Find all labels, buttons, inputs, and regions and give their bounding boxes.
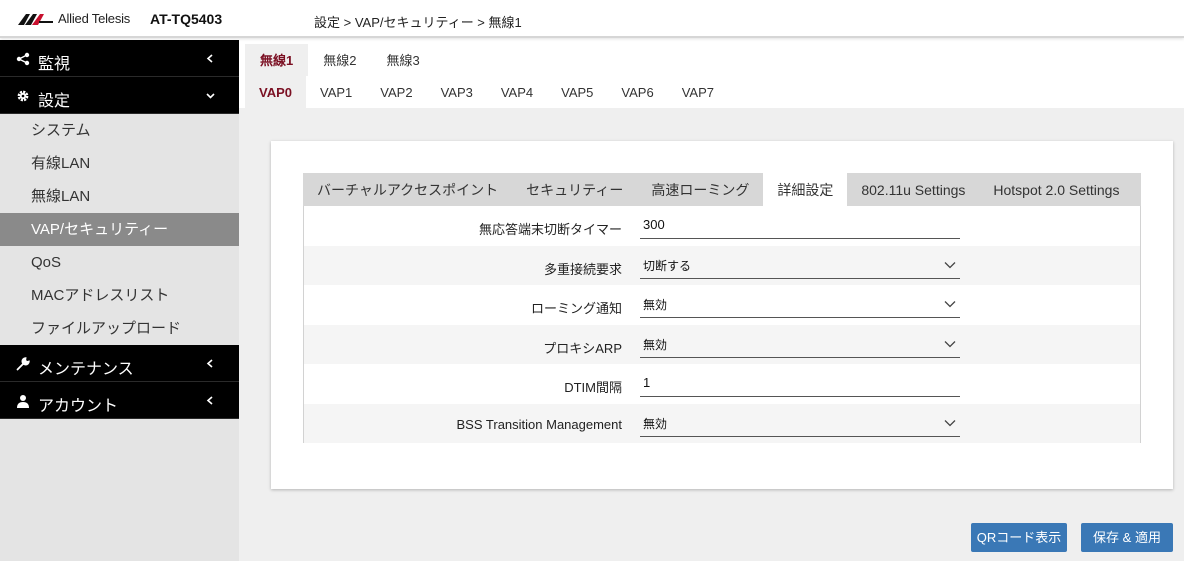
- brand-name: Allied Telesis: [58, 11, 131, 26]
- field-label: ローミング通知: [530, 301, 622, 316]
- settings-card: バーチャルアクセスポイント セキュリティー 高速ローミング 詳細設定 802.1…: [271, 141, 1173, 489]
- sidebar-item-file-upload[interactable]: ファイルアップロード: [0, 312, 239, 345]
- show-qr-code-button[interactable]: QRコード表示: [971, 523, 1067, 552]
- radio-tab-row: 無線1 無線2 無線3: [245, 44, 435, 76]
- tab-fast-roaming[interactable]: 高速ローミング: [637, 173, 763, 206]
- tab-advanced-settings[interactable]: 詳細設定: [763, 173, 848, 206]
- bss-transition-select[interactable]: 無効: [640, 410, 960, 437]
- allied-telesis-logo: Allied Telesis: [18, 11, 130, 26]
- tab-hotspot20-settings[interactable]: Hotspot 2.0 Settings: [979, 173, 1133, 206]
- sidebar-item-mac-address-list[interactable]: MACアドレスリスト: [0, 279, 239, 312]
- form-row: BSS Transition Management 無効: [304, 403, 1140, 443]
- tab-vap3[interactable]: VAP3: [427, 76, 487, 108]
- field-value: 切断する: [643, 258, 692, 273]
- field-label: プロキシARP: [543, 340, 622, 356]
- sub-tab-bar: バーチャルアクセスポイント セキュリティー 高速ローミング 詳細設定 802.1…: [303, 173, 1141, 206]
- gear-icon: [17, 90, 29, 102]
- field-value: 無効: [643, 298, 668, 312]
- tab-vap7[interactable]: VAP7: [668, 76, 728, 108]
- tab-vap5[interactable]: VAP5: [547, 76, 607, 108]
- form-row: 無応答端末切断タイマー 300: [304, 206, 1140, 246]
- field-label: DTIM間隔: [564, 380, 622, 395]
- chevron-left-icon: [206, 54, 213, 63]
- field-value: 300: [643, 217, 665, 232]
- chevron-down-icon: [944, 419, 956, 426]
- form-row: ローミング通知 無効: [304, 285, 1140, 325]
- nav-group-label: メンテナンス: [38, 361, 134, 378]
- form-row: 多重接続要求 切断する: [304, 245, 1140, 285]
- tab-radio-3[interactable]: 無線3: [371, 44, 434, 76]
- tab-radio-1[interactable]: 無線1: [245, 44, 309, 76]
- chevron-left-icon: [206, 396, 213, 405]
- logo-mark-icon: [18, 13, 53, 25]
- tab-vap0[interactable]: VAP0: [245, 76, 306, 108]
- tab-security[interactable]: セキュリティー: [512, 173, 637, 206]
- nav-group-monitor[interactable]: 監視: [0, 40, 239, 77]
- device-model: AT-TQ5403: [150, 11, 223, 27]
- chevron-left-icon: [206, 359, 213, 368]
- multiple-connection-select[interactable]: 切断する: [640, 252, 960, 279]
- tab-vap1[interactable]: VAP1: [306, 76, 366, 108]
- sidebar-item-wireless-lan[interactable]: 無線LAN: [0, 180, 239, 213]
- chevron-down-icon: [944, 340, 956, 347]
- tab-vap2[interactable]: VAP2: [366, 76, 426, 108]
- field-label: BSS Transition Management: [456, 416, 622, 432]
- top-header: Allied Telesis AT-TQ5403 設定 > VAP/セキュリティ…: [0, 0, 1184, 38]
- wrench-icon: [16, 357, 30, 371]
- field-value: 1: [643, 375, 651, 390]
- breadcrumb: 設定 > VAP/セキュリティー > 無線1: [314, 15, 522, 30]
- form-row: プロキシARP 無効: [304, 324, 1140, 364]
- tab-vap4[interactable]: VAP4: [487, 76, 547, 108]
- sidebar-item-vap-security[interactable]: VAP/セキュリティー: [0, 213, 239, 246]
- main-content: バーチャルアクセスポイント セキュリティー 高速ローミング 詳細設定 802.1…: [239, 108, 1184, 561]
- field-label: 多重接続要求: [543, 261, 622, 277]
- sidebar: 監視 設定 システム 有線LAN 無線LAN VAP/セキュリティー QoS M…: [0, 40, 239, 561]
- nav-group-maintenance[interactable]: メンテナンス: [0, 345, 239, 382]
- nav-group-account[interactable]: アカウント: [0, 382, 239, 419]
- roaming-notification-select[interactable]: 無効: [640, 291, 960, 318]
- chevron-down-icon: [944, 261, 956, 268]
- nav-group-label: 監視: [38, 56, 71, 73]
- save-apply-button[interactable]: 保存 & 適用: [1081, 523, 1173, 552]
- inactivity-timer-input[interactable]: 300: [640, 212, 960, 239]
- tab-80211u-settings[interactable]: 802.11u Settings: [847, 173, 979, 206]
- tab-virtual-access-point[interactable]: バーチャルアクセスポイント: [303, 173, 512, 206]
- form-row: DTIM間隔 1: [304, 364, 1140, 404]
- network-tabs: 無線1 無線2 無線3 VAP0 VAP1 VAP2 VAP3 VAP4 VAP…: [245, 44, 1184, 108]
- nav-group-settings[interactable]: 設定: [0, 77, 239, 114]
- dtim-interval-input[interactable]: 1: [640, 370, 960, 397]
- field-value: 無効: [643, 416, 668, 431]
- nav-group-label: 設定: [38, 93, 71, 110]
- user-icon: [17, 395, 29, 408]
- sidebar-item-system[interactable]: システム: [0, 114, 239, 147]
- advanced-settings-form: 無応答端末切断タイマー 300 多重接続要求 切断する ローミング通知 無効 プ…: [303, 206, 1141, 443]
- vap-tab-row: VAP0 VAP1 VAP2 VAP3 VAP4 VAP5 VAP6 VAP7: [245, 76, 728, 108]
- nav-group-label: アカウント: [38, 398, 119, 415]
- field-label: 無応答端末切断タイマー: [478, 222, 622, 237]
- tab-radio-2[interactable]: 無線2: [308, 44, 371, 76]
- proxy-arp-select[interactable]: 無効: [640, 331, 960, 358]
- chevron-down-icon: [206, 93, 215, 99]
- field-value: 無効: [643, 337, 668, 352]
- chevron-down-icon: [944, 301, 956, 308]
- share-icon: [16, 52, 30, 66]
- sidebar-item-wired-lan[interactable]: 有線LAN: [0, 147, 239, 180]
- tab-vap6[interactable]: VAP6: [607, 76, 667, 108]
- sidebar-item-qos[interactable]: QoS: [0, 246, 239, 279]
